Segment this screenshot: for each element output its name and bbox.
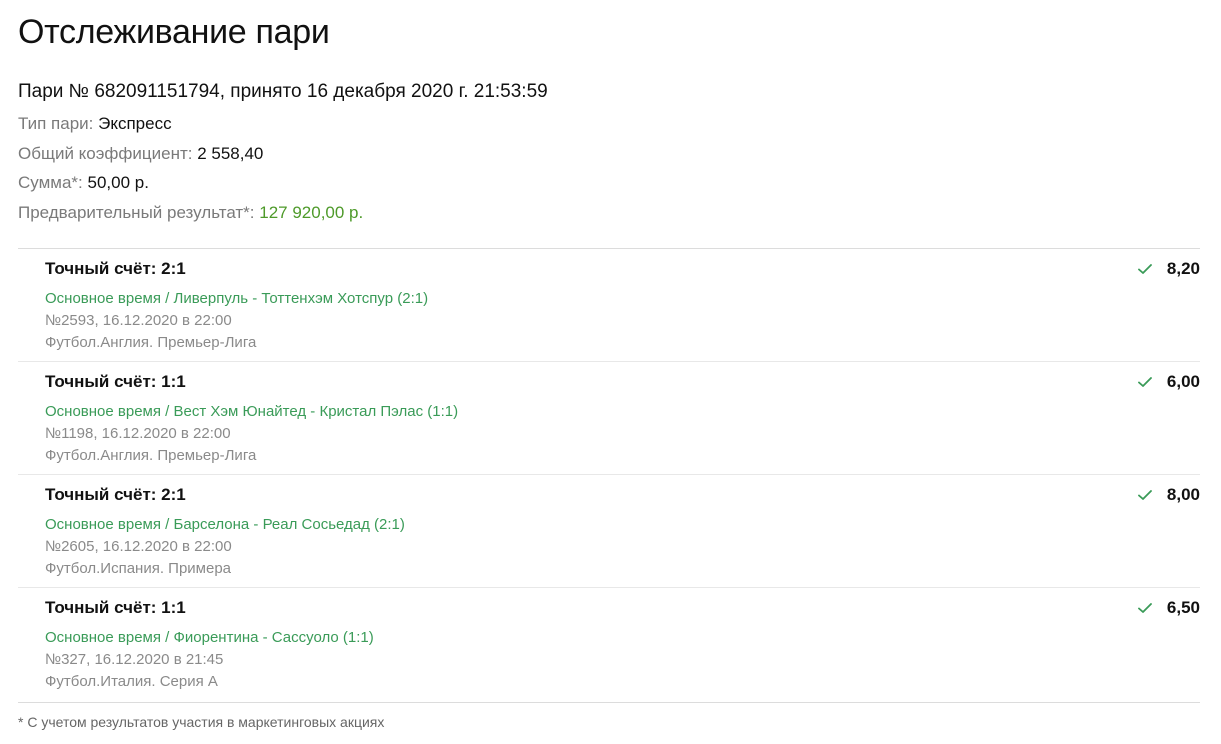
event-market-link[interactable]: Основное время / Ливерпуль - Тоттенхэм Х… [45,289,428,309]
event-row: Точный счёт: 2:1 Основное время / Барсел… [18,475,1200,588]
event-market-link[interactable]: Основное время / Фиорентина - Сассуоло (… [45,628,374,648]
event-row: Точный счёт: 1:1 Основное время / Фиорен… [18,588,1200,702]
preliminary-result-label: Предварительный результат*: [18,203,260,222]
event-outcome: Точный счёт: 1:1 [45,598,186,617]
bet-type-value: Экспресс [98,114,172,133]
event-number-date: №2593, 16.12.2020 в 22:00 [45,312,232,329]
bet-type-label: Тип пари: [18,114,99,133]
event-odds: 6,50 [1166,598,1200,617]
event-row: Точный счёт: 1:1 Основное время / Вест Х… [18,362,1200,475]
event-outcome: Точный счёт: 2:1 [45,485,186,504]
stake-sum-value: 50,00 р. [87,173,149,192]
stake-sum-label: Сумма*: [18,173,88,192]
preliminary-result-row: Предварительный результат*: 127 920,00 р… [18,202,363,224]
event-market-link[interactable]: Основное время / Барселона - Реал Сосьед… [45,515,405,535]
event-outcome: Точный счёт: 1:1 [45,372,186,391]
event-league: Футбол.Испания. Примера [45,560,232,577]
event-number-date: №327, 16.12.2020 в 21:45 [45,651,224,668]
event-status-odds: 6,00 [1137,371,1200,393]
event-row: Точный счёт: 2:1 Основное время / Ливерп… [18,249,1200,362]
event-odds: 8,20 [1166,259,1200,278]
event-league: Футбол.Италия. Серия А [45,673,218,690]
check-icon [1138,377,1152,387]
event-league: Футбол.Англия. Премьер-Лига [45,334,257,351]
footnote: * С учетом результатов участия в маркети… [18,714,385,730]
events-list: Точный счёт: 2:1 Основное время / Ливерп… [18,248,1200,703]
event-market-link[interactable]: Основное время / Вест Хэм Юнайтед - Крис… [45,402,458,422]
event-status-odds: 6,50 [1137,597,1200,619]
event-odds: 6,00 [1166,372,1200,391]
check-icon [1138,490,1152,500]
page-title: Отслеживание пари [18,13,330,51]
event-odds: 8,00 [1166,485,1200,504]
event-status-odds: 8,00 [1137,484,1200,506]
bet-header: Пари № 682091151794, принято 16 декабря … [18,81,548,102]
total-coefficient-label: Общий коэффициент: [18,144,198,163]
total-coefficient-row: Общий коэффициент: 2 558,40 [18,143,263,165]
check-icon [1138,603,1152,613]
bet-type-row: Тип пари: Экспресс [18,113,172,135]
event-number-date: №2605, 16.12.2020 в 22:00 [45,538,232,555]
total-coefficient-value: 2 558,40 [197,144,264,163]
stake-sum-row: Сумма*: 50,00 р. [18,172,149,194]
event-number-date: №1198, 16.12.2020 в 22:00 [45,425,231,442]
event-league: Футбол.Англия. Премьер-Лига [45,447,257,464]
event-status-odds: 8,20 [1137,258,1200,280]
event-outcome: Точный счёт: 2:1 [45,259,186,278]
preliminary-result-value: 127 920,00 р. [259,203,364,222]
check-icon [1138,264,1152,274]
